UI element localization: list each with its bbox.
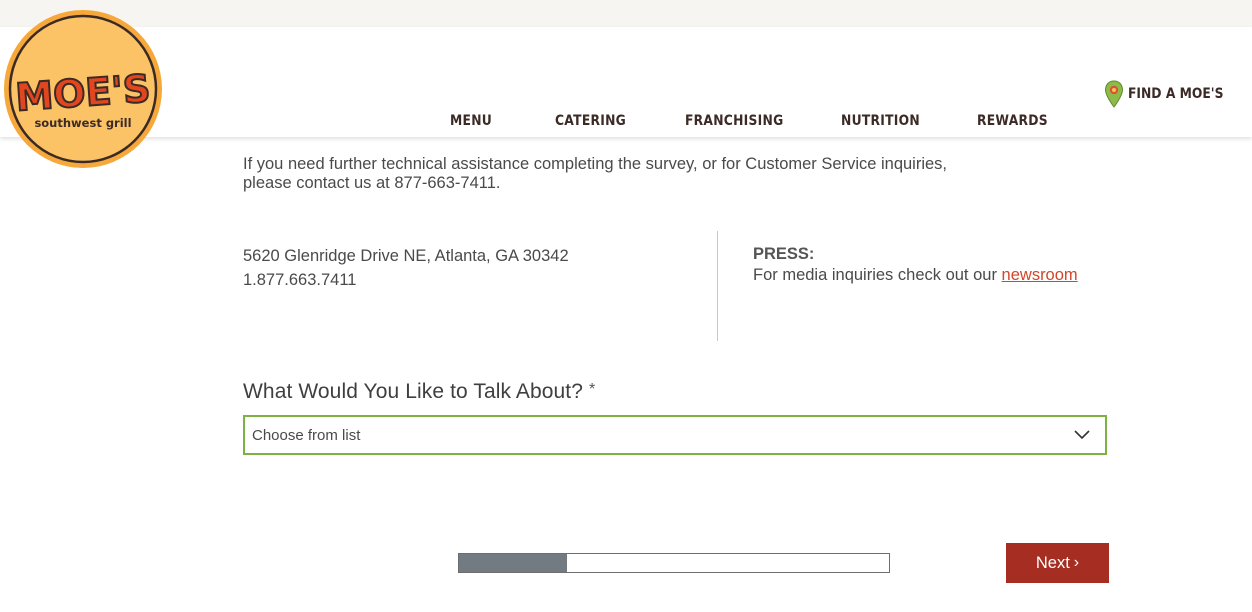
- topic-question-label: What Would You Like to Talk About?: [243, 380, 584, 403]
- newsroom-link[interactable]: newsroom: [1002, 266, 1078, 284]
- nav-menu[interactable]: MENU: [450, 113, 492, 135]
- top-strip: [0, 0, 1252, 27]
- site-header: MENU CATERING FRANCHISING NUTRITION REWA…: [0, 27, 1252, 137]
- topic-select[interactable]: Choose from list: [243, 415, 1107, 455]
- progress-bar: [458, 553, 890, 573]
- next-button-label: Next: [1035, 553, 1070, 572]
- nav-find-label: FIND A MOE'S: [1128, 86, 1224, 102]
- topic-select-value: Choose from list: [252, 427, 361, 444]
- location-pin-icon: [1104, 80, 1124, 108]
- support-info: If you need further technical assistance…: [243, 155, 1043, 193]
- vertical-divider: [717, 231, 718, 341]
- nav-nutrition[interactable]: NUTRITION: [841, 113, 920, 135]
- press-title: PRESS:: [753, 245, 815, 263]
- chevron-right-icon: ›: [1073, 554, 1080, 571]
- progress-bar-fill: [459, 554, 567, 572]
- nav-catering[interactable]: CATERING: [555, 113, 626, 135]
- nav-rewards[interactable]: REWARDS: [977, 113, 1048, 135]
- logo-wordmark: MOE'S: [14, 66, 152, 119]
- logo-subtext: southwest grill: [34, 116, 131, 130]
- support-info-line2: please contact us at 877-663-7411.: [243, 174, 501, 192]
- topic-question: What Would You Like to Talk About? *: [243, 380, 595, 404]
- nav-franchising[interactable]: FRANCHISING: [685, 113, 783, 135]
- press-block: PRESS: For media inquiries check out our…: [753, 244, 1078, 286]
- address-block: 5620 Glenridge Drive NE, Atlanta, GA 303…: [243, 244, 569, 292]
- address-phone: 1.877.663.7411: [243, 271, 357, 289]
- address-street: 5620 Glenridge Drive NE, Atlanta, GA 303…: [243, 247, 569, 265]
- press-text: For media inquiries check out our: [753, 266, 997, 284]
- next-button[interactable]: Next ›: [1006, 543, 1109, 583]
- chevron-down-icon: [1074, 430, 1090, 440]
- required-marker: *: [589, 381, 596, 398]
- support-info-line1: If you need further technical assistance…: [243, 155, 948, 173]
- moes-logo[interactable]: MOE'S southwest grill: [3, 9, 163, 169]
